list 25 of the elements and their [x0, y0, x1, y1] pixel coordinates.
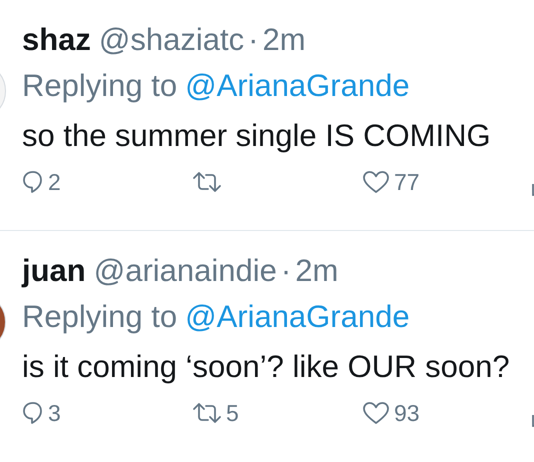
like-count: 77: [394, 168, 420, 197]
user-handle[interactable]: @shaziatc: [98, 20, 244, 60]
reply-count: 3: [48, 398, 61, 428]
mention-link[interactable]: @ArianaGrande: [185, 297, 410, 337]
separator-dot: ·: [248, 21, 258, 59]
separator-dot: ·: [280, 252, 292, 290]
user-handle[interactable]: @arianaindie: [94, 251, 277, 291]
reply-icon[interactable]: [22, 401, 44, 425]
replying-label: Replying to: [22, 298, 178, 336]
display-name[interactable]: shaz: [22, 20, 91, 60]
like-count: 93: [394, 398, 420, 428]
timestamp: 2m: [262, 21, 306, 59]
reply-icon[interactable]: [22, 170, 44, 194]
retweet-count: 5: [226, 398, 239, 428]
mention-link[interactable]: @ArianaGrande: [185, 66, 410, 106]
reply-count: 2: [48, 168, 61, 197]
heart-icon[interactable]: [362, 170, 390, 194]
timestamp: 2m: [295, 252, 338, 290]
retweet-icon[interactable]: [192, 402, 222, 424]
tweet-text: so the summer single IS COMING: [22, 117, 491, 155]
display-name[interactable]: juan: [22, 251, 86, 291]
heart-icon[interactable]: [362, 401, 390, 425]
replying-label: Replying to: [22, 67, 178, 105]
retweet-icon[interactable]: [192, 171, 222, 193]
tweet-text: is it coming ‘soon’? like OUR soon?: [22, 348, 510, 386]
